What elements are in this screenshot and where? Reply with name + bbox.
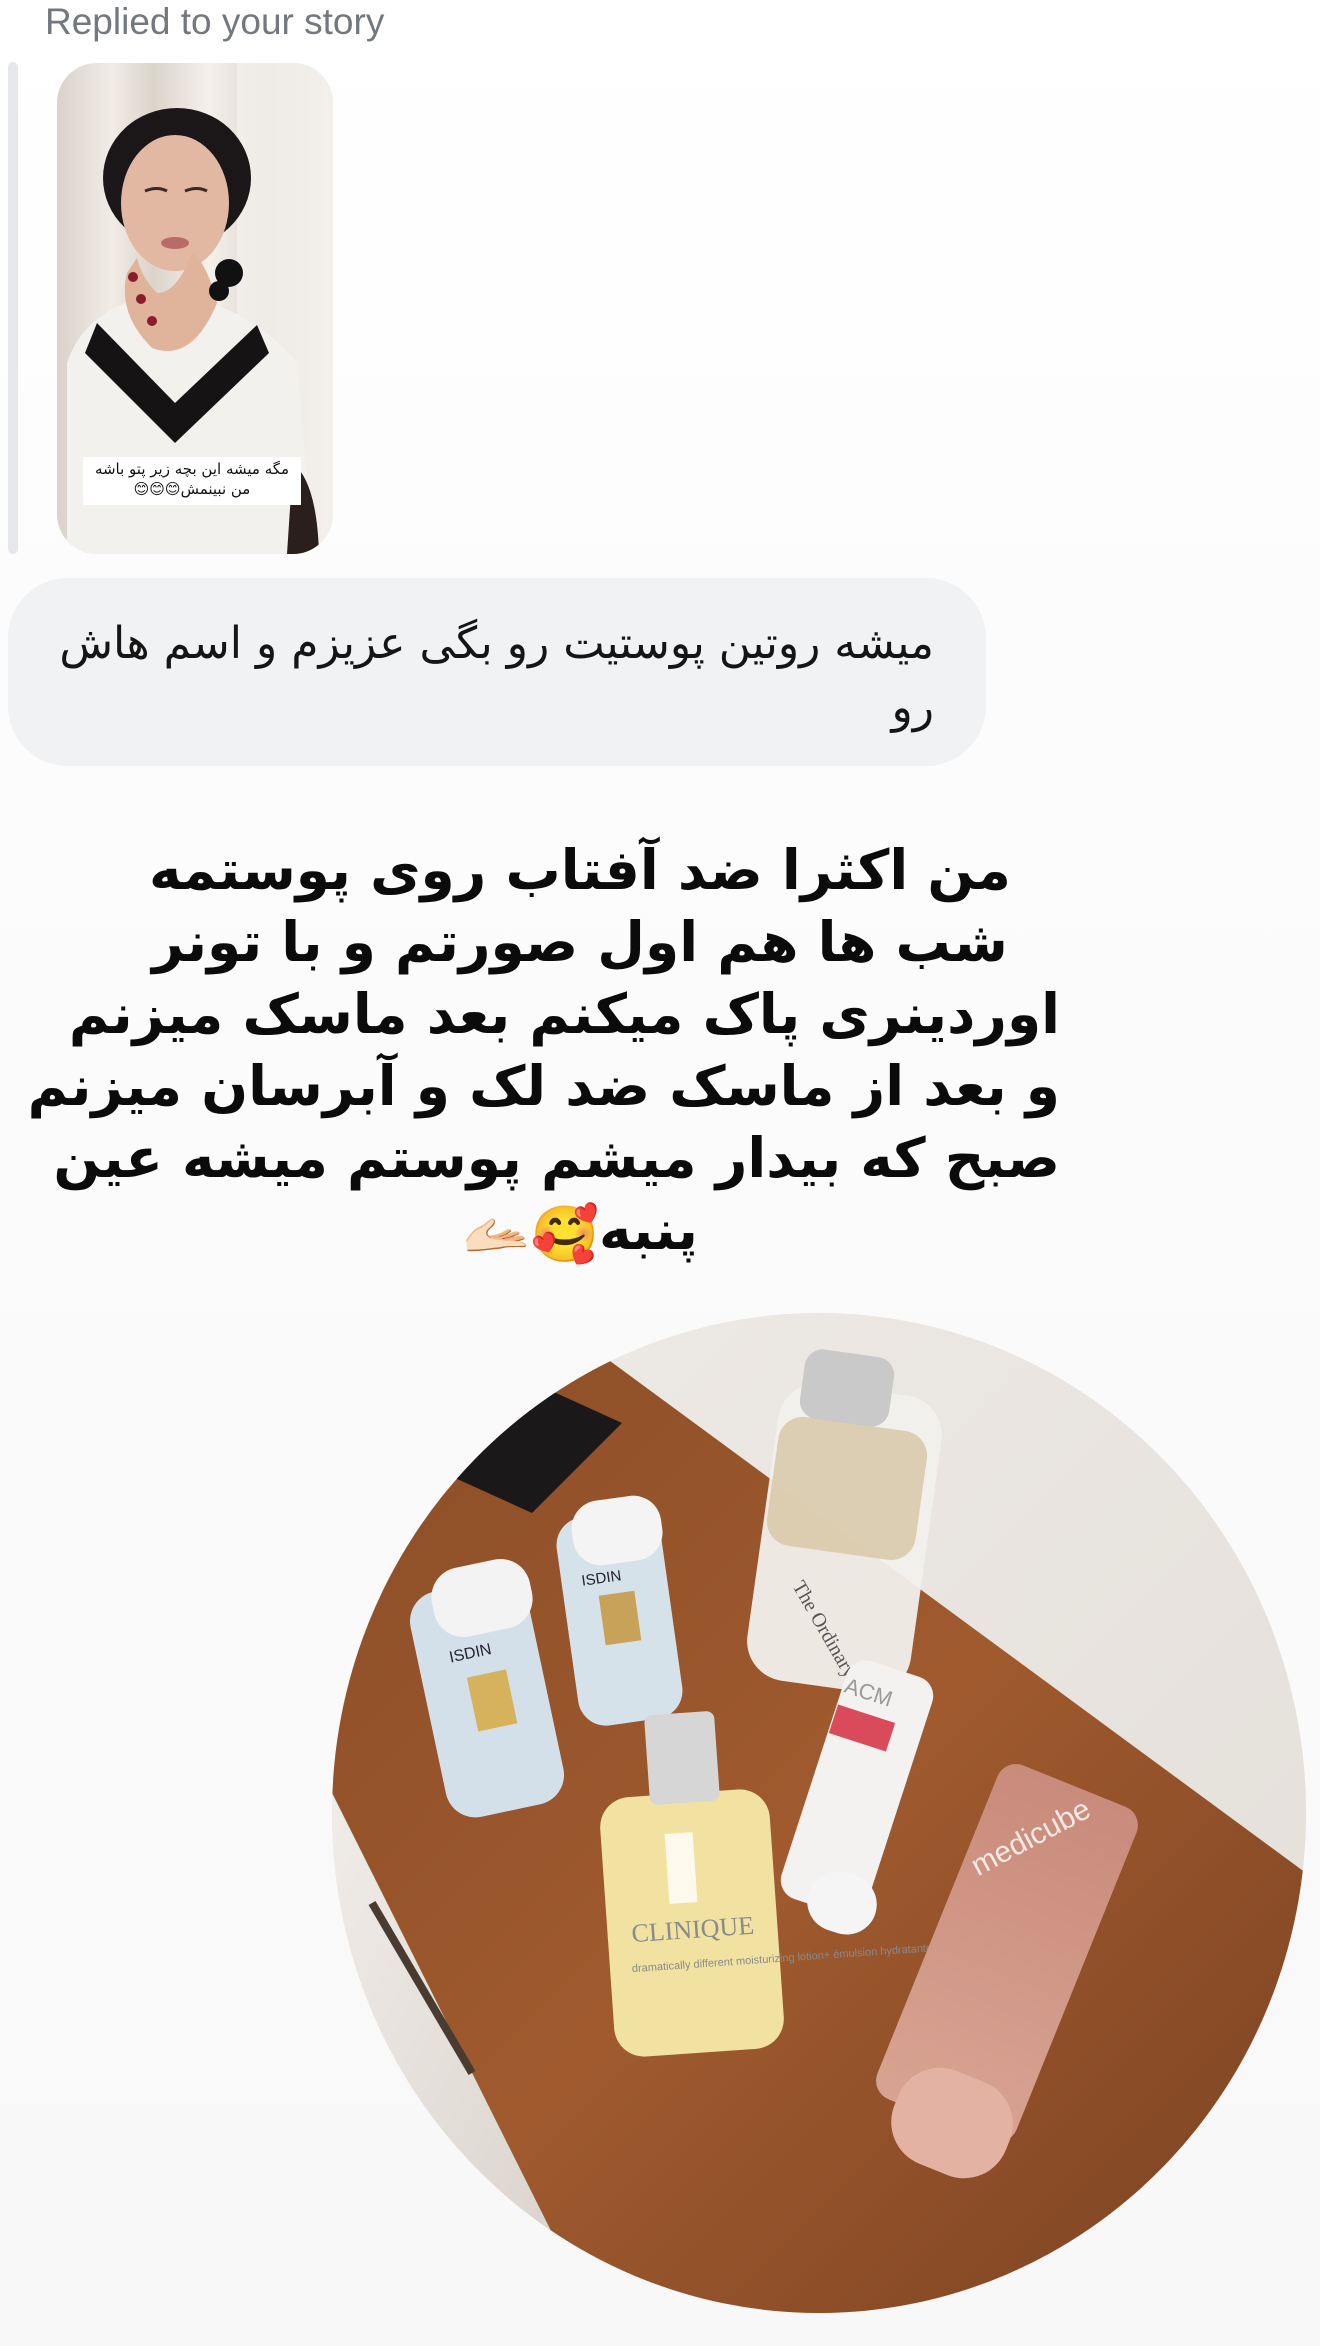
story-text-word: پنبه bbox=[599, 1198, 698, 1262]
skincare-products-photo[interactable]: ISDIN ISDIN The Ordinary ACM CLINIQUE dr… bbox=[332, 1313, 1306, 2313]
story-text-line: اوردینری پاک میکنم بعد ماسک میزنم bbox=[68, 982, 1060, 1046]
story-reply-text-block: من اکثرا ضد آفتاب روی پوستمه شب ها هم او… bbox=[27, 834, 1060, 1270]
story-text-line: من اکثرا ضد آفتاب روی پوستمه bbox=[149, 838, 1011, 902]
story-text-line-last: پنبه🫴🏻🥰 bbox=[100, 1194, 1060, 1270]
products-scene: ISDIN ISDIN The Ordinary ACM CLINIQUE dr… bbox=[332, 1313, 1306, 2313]
story-thumbnail[interactable]: مگه میشه این بچه زیر پتو باشه من نبینمش😊… bbox=[57, 63, 333, 554]
story-caption: مگه میشه این بچه زیر پتو باشه من نبینمش😊… bbox=[83, 457, 301, 505]
replied-to-story-label: Replied to your story bbox=[45, 1, 385, 42]
emoji-hand-smile: 🫴🏻🥰 bbox=[462, 1201, 600, 1266]
story-text-line: و بعد از ماسک ضد لک و آبرسان میزنم bbox=[27, 1054, 1060, 1118]
story-text-line: شب ها هم اول صورتم و با تونر bbox=[152, 910, 1008, 974]
message-bubble[interactable]: میشه روتین پوستیت رو بگی عزیزم و اسم هاش… bbox=[8, 578, 986, 766]
reply-indicator-bar bbox=[8, 62, 18, 554]
story-text-line: صبح که بیدار میشم پوستم میشه عین bbox=[53, 1126, 1060, 1190]
message-text: میشه روتین پوستیت رو بگی عزیزم و اسم هاش… bbox=[59, 618, 934, 733]
